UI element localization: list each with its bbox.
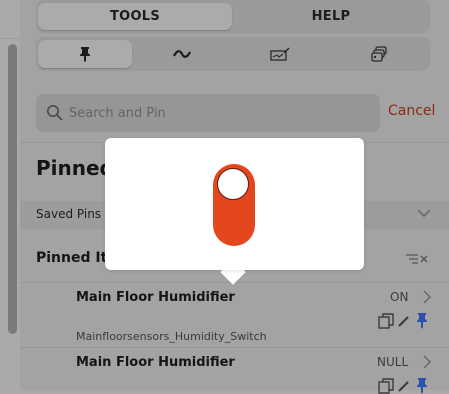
wave-icon bbox=[173, 50, 191, 58]
chevron-right-icon[interactable] bbox=[422, 290, 432, 304]
toggle-knob[interactable] bbox=[217, 168, 249, 200]
tab-help[interactable]: HELP bbox=[234, 3, 428, 30]
toggle-switch[interactable] bbox=[213, 164, 255, 246]
item-state: NULL bbox=[377, 355, 409, 369]
item-state: ON bbox=[390, 290, 409, 304]
search-input[interactable] bbox=[69, 102, 369, 124]
item-title: Main Floor Humidifier bbox=[76, 355, 235, 370]
clear-list-icon[interactable] bbox=[404, 253, 430, 265]
search-icon bbox=[47, 105, 63, 121]
list-item[interactable]: Main Floor Humidifier ON Mainfloorsensor… bbox=[20, 283, 449, 347]
edit-icon[interactable] bbox=[397, 379, 411, 393]
pin-icon[interactable] bbox=[415, 312, 429, 329]
pin-icon[interactable] bbox=[415, 377, 429, 394]
stacked-devices-icon bbox=[371, 46, 387, 62]
page-title: Pinned bbox=[36, 156, 114, 180]
tab-help-label: HELP bbox=[311, 9, 351, 24]
list-item[interactable]: Main Floor Humidifier NULL bbox=[20, 348, 449, 394]
search-box bbox=[36, 94, 380, 132]
tab-pin[interactable] bbox=[38, 40, 132, 68]
tab-tools-label: TOOLS bbox=[109, 9, 161, 24]
tab-wave[interactable] bbox=[134, 40, 230, 68]
tab-devices[interactable] bbox=[330, 40, 428, 68]
tab-tools[interactable]: TOOLS bbox=[38, 3, 232, 30]
copy-icon[interactable] bbox=[378, 378, 394, 394]
cancel-button[interactable]: Cancel bbox=[388, 103, 435, 119]
chevron-right-icon[interactable] bbox=[422, 355, 432, 369]
left-scrollbar[interactable] bbox=[8, 44, 17, 334]
signature-icon bbox=[270, 47, 290, 61]
copy-icon[interactable] bbox=[378, 313, 394, 329]
tab-signature[interactable] bbox=[232, 40, 328, 68]
item-title: Main Floor Humidifier bbox=[76, 290, 235, 305]
item-subtitle: Mainfloorsensors_Humidity_Switch bbox=[76, 330, 267, 343]
pin-icon bbox=[80, 47, 90, 62]
tool-tab-bar bbox=[36, 37, 430, 71]
chevron-down-icon[interactable] bbox=[416, 207, 432, 219]
saved-pins-label: Saved Pins bbox=[36, 207, 102, 221]
top-tab-bar: TOOLS HELP bbox=[36, 0, 430, 33]
edit-icon[interactable] bbox=[397, 314, 411, 328]
